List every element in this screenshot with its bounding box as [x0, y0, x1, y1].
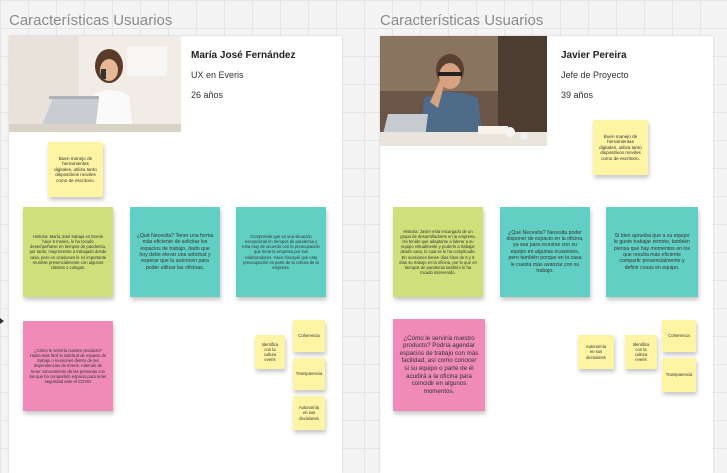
sticky-culture[interactable]: Identifica con la cultura everis: [255, 335, 285, 369]
stressed-man-image: [380, 36, 547, 146]
sticky-history[interactable]: Historia: Javier esta encargado de un gr…: [393, 207, 483, 297]
persona-age[interactable]: 39 años: [561, 90, 593, 100]
sticky-transparency[interactable]: Transparencia: [293, 358, 325, 390]
persona-role[interactable]: Jefe de Proyecto: [561, 70, 629, 80]
cursor-icon: [0, 318, 4, 324]
persona-frame-title[interactable]: Características Usuarios: [9, 12, 172, 29]
sticky-context[interactable]: Si bien aprueba que a su equipo le guste…: [606, 207, 698, 297]
sticky-history[interactable]: Historia: María José trabaja en Everis h…: [23, 207, 113, 297]
sticky-tools[interactable]: Buen manejo de herramientas digitales, u…: [593, 120, 648, 175]
sticky-coherence[interactable]: Coherencia: [662, 320, 696, 352]
persona-role[interactable]: UX en Everis: [191, 70, 244, 80]
persona-age[interactable]: 26 años: [191, 90, 223, 100]
persona-name[interactable]: Javier Pereira: [561, 50, 627, 61]
sticky-transparency[interactable]: Transparencia: [662, 358, 696, 392]
woman-on-phone-image: [9, 36, 181, 132]
sticky-tools[interactable]: Buen manejo de herramientas digitales, u…: [48, 142, 103, 197]
sticky-help[interactable]: ¿Cómo le serviría nuestro producto? Hast…: [23, 321, 113, 411]
sticky-autonomy[interactable]: Autonomía en sus decisiones: [293, 396, 325, 430]
sticky-autonomy[interactable]: Autonomía en sus decisiones: [578, 335, 614, 369]
persona-frame-title[interactable]: Características Usuarios: [380, 12, 543, 29]
sticky-context[interactable]: Comprende que es una situación excepcion…: [236, 207, 326, 297]
sticky-help[interactable]: ¿Cómo le serviría nuestro producto? Podr…: [393, 319, 485, 411]
persona-name[interactable]: María José Fernández: [191, 50, 295, 61]
sticky-culture[interactable]: Identifica con la cultura everis: [625, 335, 657, 369]
sticky-need[interactable]: ¿Qué Necesita? Necesita poder disponer d…: [500, 207, 590, 297]
persona-photo[interactable]: [9, 36, 181, 132]
sticky-coherence[interactable]: Coherencia: [293, 320, 325, 352]
sticky-need[interactable]: ¿Qué Necesita? Tener una forma más efici…: [130, 207, 220, 297]
persona-photo[interactable]: [380, 36, 547, 146]
